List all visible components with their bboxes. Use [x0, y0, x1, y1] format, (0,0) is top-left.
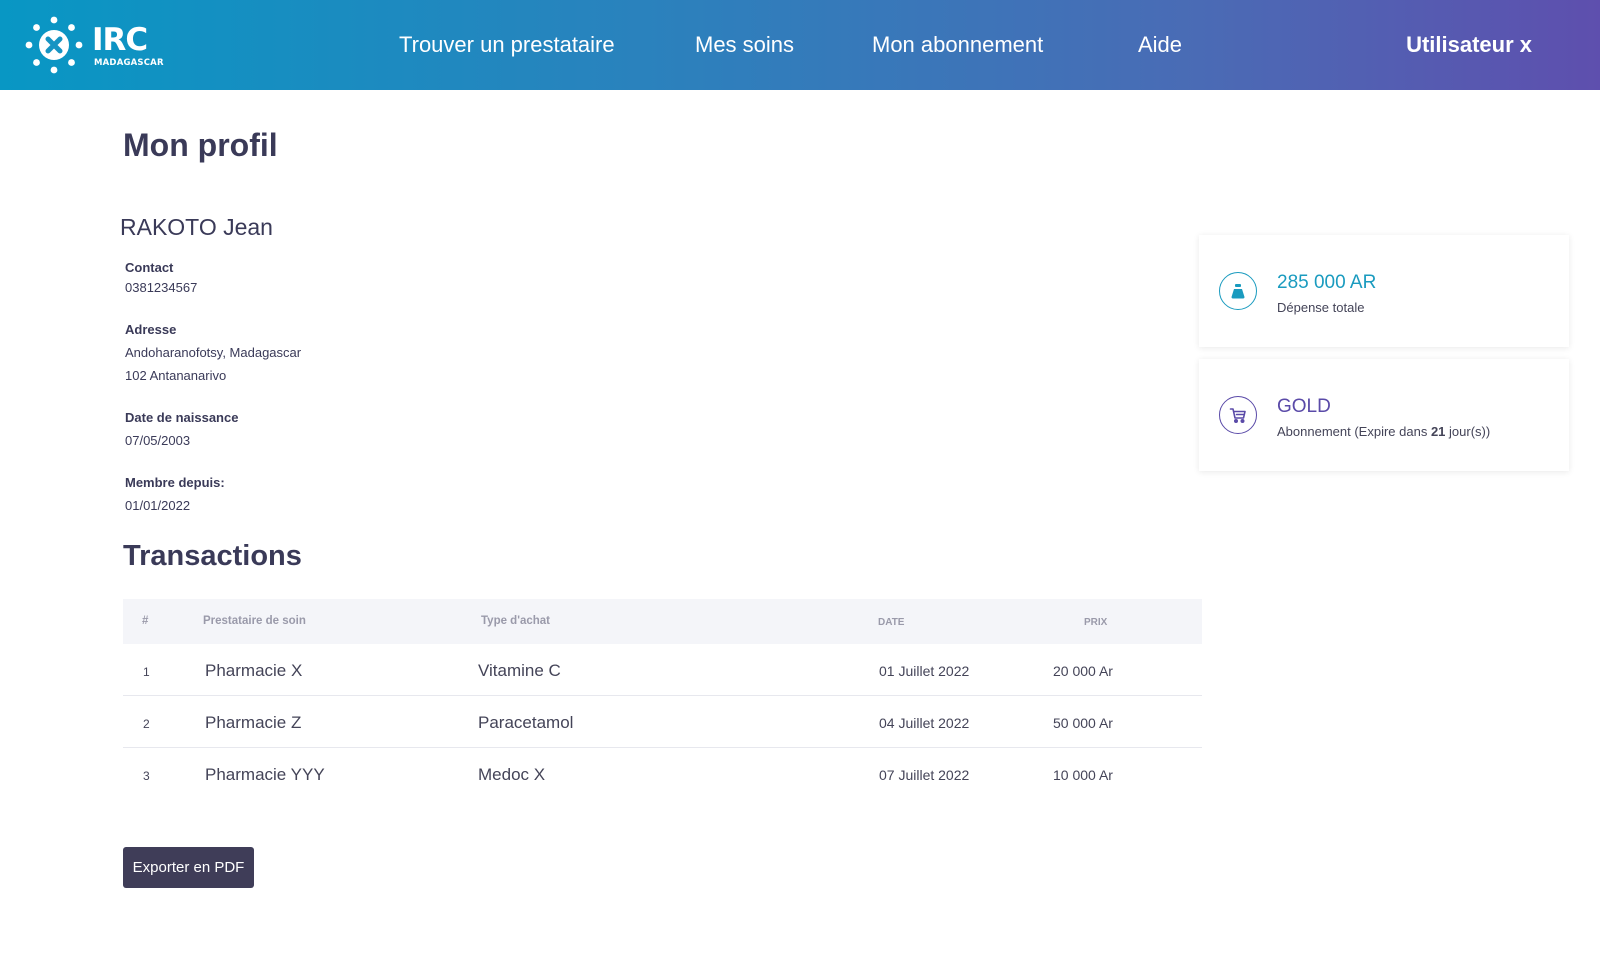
nav-my-subscription[interactable]: Mon abonnement [872, 32, 1043, 58]
subscription-expiry: Abonnement (Expire dans 21 jour(s)) [1277, 424, 1490, 439]
column-header-price: PRIX [1084, 617, 1108, 628]
nav-help[interactable]: Aide [1138, 32, 1182, 58]
column-header-provider: Prestataire de soin [203, 615, 306, 627]
logo-subtitle: MADAGASCAR [94, 58, 164, 68]
profile-name: RAKOTO Jean [120, 214, 273, 240]
row-type: Medoc X [478, 765, 546, 784]
nav-my-care[interactable]: Mes soins [695, 32, 794, 58]
irc-logo[interactable]: IRC MADAGASCAR [24, 14, 164, 78]
row-provider: Pharmacie YYY [205, 765, 325, 784]
user-menu[interactable]: Utilisateur x [1406, 32, 1532, 58]
birthdate-label: Date de naissance [125, 410, 239, 425]
row-date: 07 Juillet 2022 [879, 767, 970, 783]
export-pdf-button[interactable]: Exporter en PDF [123, 847, 254, 888]
spending-card: 285 000 AR Dépense totale [1199, 235, 1569, 347]
table-row: 1 Pharmacie X Vitamine C 01 Juillet 2022… [123, 644, 1202, 696]
member-since-label: Membre depuis: [125, 475, 225, 490]
address-line-2: 102 Antananarivo [125, 368, 227, 383]
contact-value: 0381234567 [125, 280, 198, 295]
address-label: Adresse [125, 322, 177, 337]
birthdate-value: 07/05/2003 [125, 433, 191, 448]
row-type: Vitamine C [478, 661, 561, 680]
column-header-date: DATE [878, 617, 905, 628]
address-line-1: Andoharanofotsy, Madagascar [125, 345, 302, 360]
page-title: Mon profil [123, 127, 278, 163]
subscription-card: GOLD Abonnement (Expire dans 21 jour(s)) [1199, 359, 1569, 471]
subscription-expiry-prefix: Abonnement (Expire dans [1277, 424, 1431, 439]
table-header: # Prestataire de soin Type d'achat DATE … [123, 599, 1202, 644]
member-since-value: 01/01/2022 [125, 498, 191, 513]
subscription-expiry-days: 21 [1430, 424, 1446, 439]
row-date: 04 Juillet 2022 [879, 715, 970, 731]
row-index: 3 [143, 769, 150, 783]
row-price: 50 000 Ar [1053, 715, 1113, 731]
logo-emblem-icon [25, 16, 83, 74]
row-type: Paracetamol [478, 713, 574, 732]
total-spending-label: Dépense totale [1277, 300, 1365, 315]
row-index: 1 [143, 665, 150, 679]
table-row: 3 Pharmacie YYY Medoc X 07 Juillet 2022 … [123, 748, 1202, 800]
nav-find-provider[interactable]: Trouver un prestataire [399, 32, 615, 58]
row-price: 10 000 Ar [1053, 767, 1113, 783]
contact-label: Contact [125, 260, 174, 275]
row-index: 2 [143, 717, 150, 731]
transactions-table: # Prestataire de soin Type d'achat DATE … [123, 599, 1202, 800]
money-bag-icon [1219, 272, 1257, 310]
column-header-index: # [142, 615, 149, 627]
row-provider: Pharmacie X [205, 661, 303, 680]
subscription-plan: GOLD [1277, 396, 1331, 417]
logo-text: IRC [92, 22, 148, 58]
row-price: 20 000 Ar [1053, 663, 1113, 679]
subscription-expiry-suffix: jour(s)) [1445, 424, 1491, 439]
cart-icon [1219, 396, 1257, 434]
row-provider: Pharmacie Z [205, 713, 302, 732]
total-spending-value: 285 000 AR [1277, 272, 1377, 293]
column-header-type: Type d'achat [481, 615, 550, 627]
table-row: 2 Pharmacie Z Paracetamol 04 Juillet 202… [123, 696, 1202, 748]
row-date: 01 Juillet 2022 [879, 663, 970, 679]
transactions-title: Transactions [123, 540, 302, 572]
top-navbar: IRC MADAGASCAR Trouver un prestataire Me… [0, 0, 1600, 90]
